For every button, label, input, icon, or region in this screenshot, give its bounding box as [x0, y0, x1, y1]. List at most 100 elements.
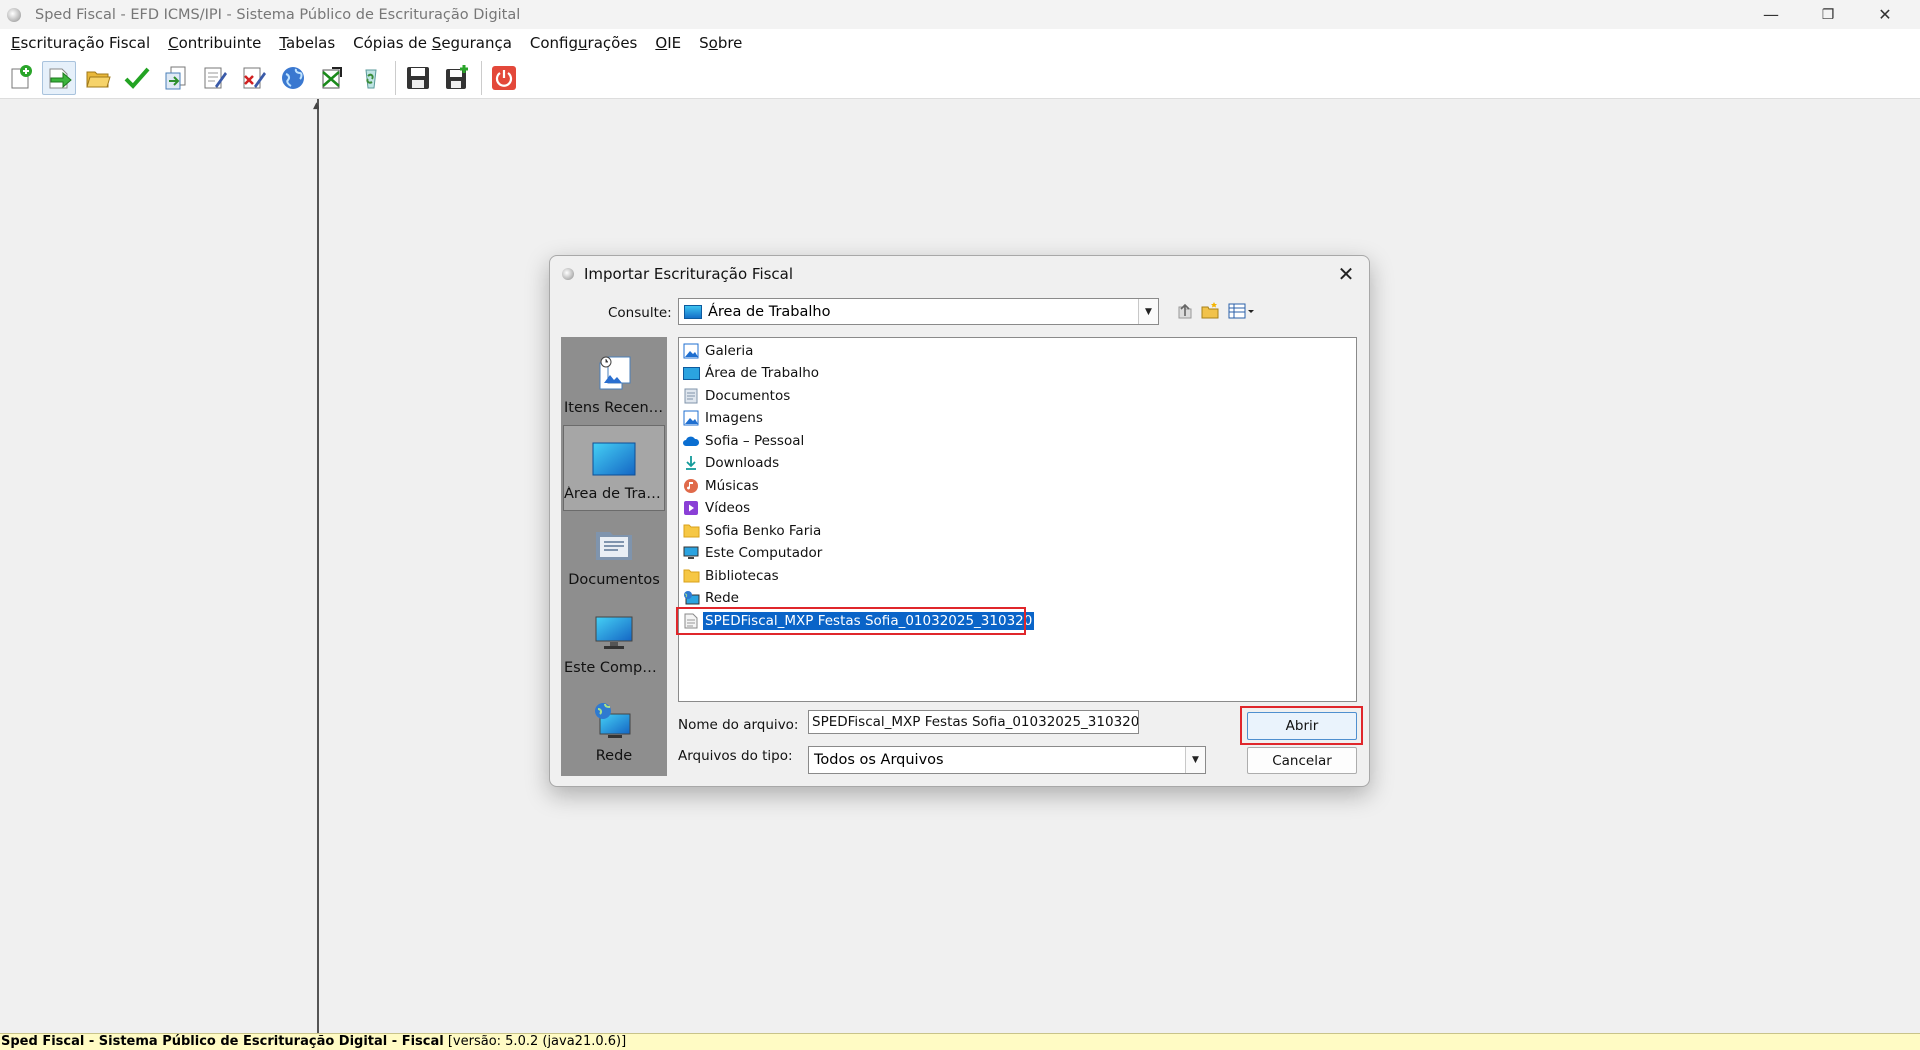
open-folder-icon[interactable]: [81, 61, 115, 95]
place-label: Rede: [595, 748, 633, 764]
selected-file-highlight: [676, 607, 1026, 635]
save-as-icon[interactable]: [440, 61, 474, 95]
place-desktop[interactable]: Área de Trabalho: [563, 425, 665, 511]
restore-button[interactable]: ❐: [1800, 0, 1856, 29]
filetype-combo[interactable]: Todos os Arquivos ▼: [808, 746, 1206, 774]
file-name: Imagens: [705, 410, 763, 426]
list-item[interactable]: Imagens: [682, 408, 763, 429]
menu-label-part: scrituração Fiscal: [20, 34, 151, 52]
filename-input[interactable]: SPEDFiscal_MXP Festas Sofia_01032025_310…: [808, 710, 1139, 734]
desktop-icon: [591, 438, 637, 480]
recycle-icon[interactable]: [354, 61, 388, 95]
computer-icon: [682, 545, 700, 561]
filename-label: Nome do arquivo:: [678, 717, 799, 733]
cancel-button[interactable]: Cancelar: [1247, 747, 1357, 774]
list-item[interactable]: Bibliotecas: [682, 565, 779, 586]
dialog-close-button[interactable]: ✕: [1331, 259, 1361, 289]
lookin-value: Área de Trabalho: [708, 303, 831, 320]
place-computer[interactable]: Este Computador: [563, 600, 665, 686]
menu-mnemonic: O: [655, 34, 668, 52]
menu-label-part: Cópias de: [353, 34, 432, 52]
transmit-icon[interactable]: [159, 61, 193, 95]
file-name: Este Computador: [705, 545, 823, 561]
place-label: Este Computador: [564, 660, 664, 676]
tree-panel: [0, 99, 317, 1033]
file-name: Documentos: [705, 387, 791, 404]
menu-label-part: egurança: [441, 34, 512, 52]
minimize-button[interactable]: —: [1743, 0, 1799, 29]
delete-signature-icon[interactable]: [237, 61, 271, 95]
list-item[interactable]: Rede: [682, 588, 739, 609]
file-name: Sofia – Pessoal: [705, 432, 805, 449]
onedrive-icon: [682, 433, 700, 449]
import-dialog: Importar Escrituração Fiscal ✕ Consulte:…: [549, 255, 1370, 787]
place-recent-items[interactable]: Itens Recentes: [563, 340, 665, 426]
file-list[interactable]: Galeria Área de Trabalho Documentos Imagens…: [678, 337, 1357, 702]
menu-item[interactable]: Tabelas: [270, 34, 344, 52]
list-item[interactable]: Galeria: [682, 340, 753, 361]
open-button-highlight: [1240, 706, 1363, 745]
chevron-down-icon[interactable]: ▼: [1138, 299, 1158, 324]
menu-item[interactable]: OIE: [646, 34, 690, 52]
new-document-icon[interactable]: [3, 61, 37, 95]
sign-icon[interactable]: [198, 61, 232, 95]
file-name: Músicas: [705, 477, 759, 494]
list-item[interactable]: Sofia Benko Faria: [682, 520, 821, 541]
menu-mnemonic: u: [578, 34, 588, 52]
menu-item[interactable]: Contribuinte: [159, 34, 270, 52]
list-item[interactable]: Downloads: [682, 453, 779, 474]
toolbar: [0, 57, 1920, 99]
music-icon: [682, 478, 700, 494]
menu-mnemonic: C: [168, 34, 179, 52]
menu-item[interactable]: Sobre: [690, 34, 751, 52]
list-item[interactable]: Sofia – Pessoal: [682, 430, 804, 451]
app-icon: [7, 7, 21, 22]
network-icon: [682, 590, 700, 606]
file-name: Área de Trabalho: [705, 365, 820, 381]
list-item[interactable]: Vídeos: [682, 498, 750, 519]
place-label: Documentos: [568, 572, 660, 588]
power-icon[interactable]: [487, 61, 521, 95]
receipt-icon[interactable]: [315, 61, 349, 95]
new-folder-icon[interactable]: [1198, 299, 1222, 323]
lookin-label: Consulte:: [608, 305, 672, 321]
globe-icon[interactable]: [276, 61, 310, 95]
images-icon: [682, 410, 700, 426]
place-label: Itens Recentes: [564, 400, 664, 416]
filetype-label: Arquivos do tipo:: [678, 748, 793, 764]
file-name: Bibliotecas: [705, 567, 779, 584]
menu-label-part: IE: [667, 34, 682, 52]
menu-item[interactable]: Escrituração Fiscal: [0, 34, 159, 52]
menu-label-part: bre: [717, 34, 743, 52]
menu-item[interactable]: Configurações: [521, 34, 646, 52]
dialog-title: Importar Escrituração Fiscal: [584, 265, 794, 283]
list-item[interactable]: Documentos: [682, 385, 790, 406]
list-item[interactable]: Área de Trabalho: [682, 363, 819, 384]
save-icon[interactable]: [401, 61, 435, 95]
chevron-down-icon[interactable]: ▼: [1185, 747, 1205, 773]
file-name: Rede: [705, 590, 739, 606]
documents-icon: [682, 388, 700, 404]
window-title: Sped Fiscal - EFD ICMS/IPI - Sistema Púb…: [35, 6, 521, 23]
file-name: Sofia Benko Faria: [705, 522, 822, 539]
view-menu-icon[interactable]: [1226, 299, 1256, 323]
list-item[interactable]: Este Computador: [682, 543, 822, 564]
file-name: Downloads: [705, 455, 780, 471]
menu-item[interactable]: Cópias de Segurança: [344, 34, 521, 52]
place-label: Área de Trabalho: [564, 486, 664, 502]
list-item[interactable]: Músicas: [682, 475, 759, 496]
close-window-button[interactable]: ✕: [1857, 0, 1913, 29]
menu-bar: Escrituração Fiscal Contribuinte Tabelas Có…: [0, 29, 1920, 57]
menu-label-part: ontribuinte: [178, 34, 262, 52]
folder-icon: [682, 568, 700, 584]
lookin-combo[interactable]: Área de Trabalho ▼: [678, 298, 1159, 325]
place-network[interactable]: Rede: [563, 688, 665, 774]
validate-check-icon[interactable]: [120, 61, 154, 95]
desktop-icon: [684, 304, 702, 319]
up-folder-icon[interactable]: [1173, 299, 1197, 323]
import-arrow-icon[interactable]: [42, 60, 76, 95]
menu-label-part: Config: [529, 34, 579, 52]
place-documents[interactable]: Documentos: [563, 512, 665, 598]
places-bar: Itens Recentes Área de Trabalho Documentos…: [561, 337, 667, 776]
video-icon: [682, 500, 700, 516]
